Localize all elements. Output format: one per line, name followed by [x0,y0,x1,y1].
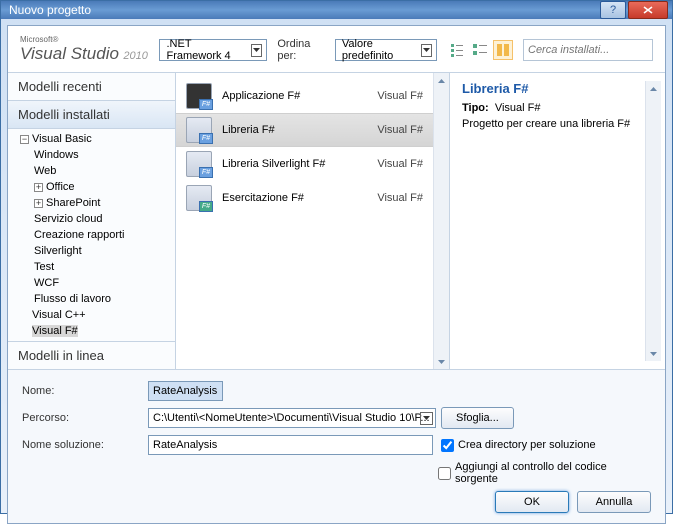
create-directory-checkbox[interactable]: Crea directory per soluzione [441,439,596,452]
template-scrollbar[interactable] [433,73,449,369]
installed-templates-header[interactable]: Modelli installati [8,100,175,129]
scroll-up-icon[interactable] [646,81,661,96]
template-name: Libreria Silverlight F# [222,158,367,170]
scroll-down-icon[interactable] [646,346,661,361]
template-list-pane: F# Applicazione F# Visual F# F# Libreria… [176,73,450,369]
view-details-button[interactable] [493,40,513,60]
sort-dropdown[interactable]: Valore predefinito [335,39,437,61]
titlebar: Nuovo progetto ? [1,1,672,19]
main-area: Modelli recenti Modelli installati −Visu… [8,72,665,369]
template-item[interactable]: F# Libreria Silverlight F# Visual F# [176,147,433,181]
tree-node-reporting[interactable]: Creazione rapporti [16,227,175,243]
template-icon: F# [186,185,212,211]
medium-icons-icon [473,43,487,57]
tree-node-visual-cpp[interactable]: Visual C++ [16,307,175,323]
framework-value: .NET Framework 4 [166,38,245,62]
sort-label: Ordina per: [277,38,325,62]
template-tree: −Visual Basic Windows Web +Office +Share… [8,129,175,341]
template-lang: Visual F# [377,158,423,170]
help-button[interactable]: ? [600,1,626,19]
template-lang: Visual F# [377,124,423,136]
tree-node-visual-fsharp[interactable]: Visual F# [16,323,175,339]
template-lang: Visual F# [377,90,423,102]
template-lang: Visual F# [377,192,423,204]
tree-node-workflow[interactable]: Flusso di lavoro [16,291,175,307]
window-title: Nuovo progetto [9,3,598,17]
tree-node-office[interactable]: +Office [16,179,175,195]
details-icon [496,43,510,57]
framework-dropdown[interactable]: .NET Framework 4 [159,39,267,61]
logo-ms: Microsoft® [20,35,148,44]
small-icons-icon [450,43,464,57]
dialog-body: Microsoft® Visual Studio 2010 .NET Frame… [7,25,666,524]
browse-button[interactable]: Sfoglia... [441,407,514,429]
template-icon: F# [186,117,212,143]
chevron-down-icon [251,44,262,57]
template-icon: F# [186,151,212,177]
solution-name-input[interactable] [148,435,433,455]
tree-node-sharepoint[interactable]: +SharePoint [16,195,175,211]
search-input[interactable] [528,44,671,56]
name-input[interactable] [148,381,223,401]
path-input[interactable] [148,408,436,428]
template-name: Applicazione F# [222,90,367,102]
solution-name-label: Nome soluzione: [22,439,140,451]
tree-node-silverlight[interactable]: Silverlight [16,243,175,259]
tree-node-wcf[interactable]: WCF [16,275,175,291]
template-item[interactable]: F# Esercitazione F# Visual F# [176,181,433,215]
tree-node-test[interactable]: Test [16,259,175,275]
search-box[interactable] [523,39,653,61]
dialog-window: Nuovo progetto ? Microsoft® Visual Studi… [0,0,673,514]
online-templates-header[interactable]: Modelli in linea [8,341,175,369]
template-icon: F# [186,83,212,109]
tree-node-web[interactable]: Web [16,163,175,179]
left-pane: Modelli recenti Modelli installati −Visu… [8,73,176,369]
tree-node-cloud[interactable]: Servizio cloud [16,211,175,227]
recent-templates-header[interactable]: Modelli recenti [8,73,175,100]
details-scrollbar[interactable] [645,81,661,361]
close-icon [643,6,653,14]
details-title: Libreria F# [462,81,645,96]
add-source-control-checkbox[interactable]: Aggiungi al controllo del codice sorgent… [438,461,651,485]
details-description: Progetto per creare una libreria F# [462,118,645,130]
tree-node-windows[interactable]: Windows [16,147,175,163]
template-name: Libreria F# [222,124,367,136]
bottom-panel: Nome: Percorso: Sfoglia... Nome soluzion… [8,369,665,523]
chevron-down-icon[interactable] [420,412,433,425]
path-label: Percorso: [22,412,140,424]
view-small-icons-button[interactable] [447,40,467,60]
template-list: F# Applicazione F# Visual F# F# Libreria… [176,73,433,369]
details-type: Tipo: Visual F# [462,102,645,114]
name-label: Nome: [22,385,140,397]
logo: Microsoft® Visual Studio 2010 [20,36,149,64]
logo-vs: Visual Studio [20,44,119,63]
template-item[interactable]: F# Applicazione F# Visual F# [176,79,433,113]
close-button[interactable] [628,1,668,19]
view-mode-buttons [447,40,513,60]
details-pane: Libreria F# Tipo: Visual F# Progetto per… [450,73,665,369]
scroll-up-icon[interactable] [434,73,449,88]
view-medium-icons-button[interactable] [470,40,490,60]
chevron-down-icon [421,44,432,57]
template-item[interactable]: F# Libreria F# Visual F# [176,113,433,147]
tree-node-visual-basic[interactable]: −Visual Basic [16,131,175,147]
sort-value: Valore predefinito [342,38,415,62]
toolbar: Microsoft® Visual Studio 2010 .NET Frame… [8,26,665,72]
ok-button[interactable]: OK [495,491,569,513]
cancel-button[interactable]: Annulla [577,491,651,513]
template-name: Esercitazione F# [222,192,367,204]
logo-year: 2010 [123,50,147,62]
scroll-down-icon[interactable] [434,354,449,369]
